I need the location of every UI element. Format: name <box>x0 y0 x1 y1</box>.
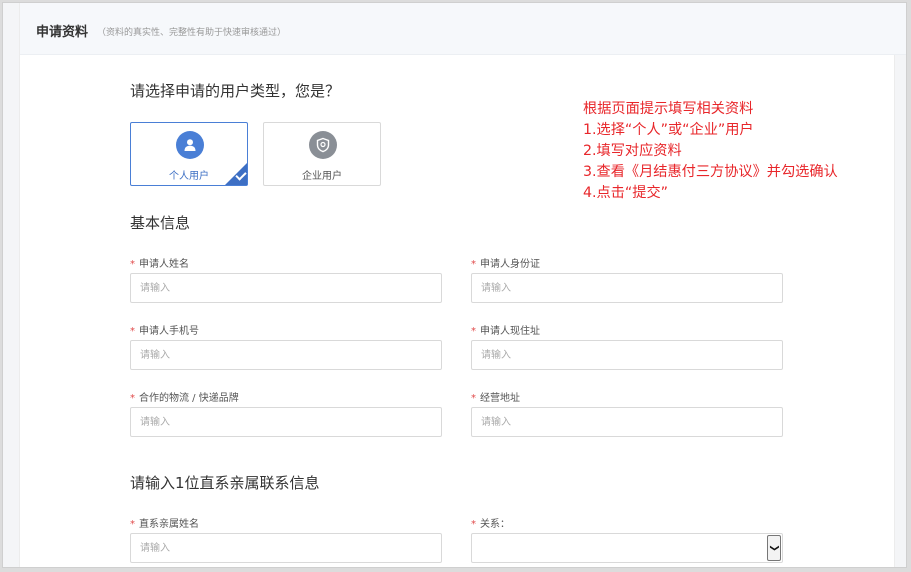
page-subtitle: （资料的真实性、完整性有助于快速审核通过） <box>97 28 287 38</box>
relation-select[interactable]: ❯ <box>471 533 783 563</box>
applicant-phone-label: * 申请人手机号 <box>130 326 199 337</box>
form-header: 申请资料 （资料的真实性、完整性有助于快速审核通过） <box>20 3 906 55</box>
selected-check-icon <box>225 163 247 185</box>
logistics-brand-input[interactable] <box>130 407 442 437</box>
business-address-input[interactable] <box>471 407 783 437</box>
right-side-strip <box>894 55 906 567</box>
user-type-question: 请选择申请的用户类型，您是？ <box>130 82 341 100</box>
applicant-id-input[interactable] <box>471 273 783 303</box>
annotation-line: 4.点击“提交” <box>583 185 668 201</box>
applicant-name-input[interactable] <box>130 273 442 303</box>
annotation-line: 2.填写对应资料 <box>583 143 682 159</box>
applicant-id-label: * 申请人身份证 <box>471 259 540 270</box>
applicant-name-label: * 申请人姓名 <box>130 259 189 270</box>
annotation-line: 根据页面提示填写相关资料 <box>583 101 754 117</box>
annotation-line: 3.查看《月结惠付三方协议》并勾选确认 <box>583 164 838 180</box>
shield-icon <box>309 131 337 159</box>
applicant-address-label: * 申请人现住址 <box>471 326 540 337</box>
applicant-phone-input[interactable] <box>130 340 442 370</box>
annotation-line: 1.选择“个人”或“企业”用户 <box>583 122 754 138</box>
business-address-label: * 经营地址 <box>471 393 520 404</box>
relation-label: * 关系： <box>471 519 510 530</box>
user-type-enterprise-card[interactable]: 企业用户 <box>263 122 381 186</box>
user-type-enterprise-label: 企业用户 <box>302 171 342 182</box>
logistics-brand-label: * 合作的物流 / 快递品牌 <box>130 393 239 404</box>
relative-name-input[interactable] <box>130 533 442 563</box>
user-type-personal-card[interactable]: 个人用户 <box>130 122 248 186</box>
application-form-window: 申请资料 （资料的真实性、完整性有助于快速审核通过） 请选择申请的用户类型，您是… <box>2 2 907 568</box>
instruction-annotation: 根据页面提示填写相关资料 1.选择“个人”或“企业”用户 2.填写对应资料 3.… <box>583 99 838 204</box>
page-title: 申请资料 <box>36 25 89 40</box>
chevron-down-icon[interactable]: ❯ <box>767 535 781 561</box>
basic-info-title: 基本信息 <box>130 214 191 232</box>
person-icon <box>176 131 204 159</box>
relative-name-label: * 直系亲属姓名 <box>130 519 199 530</box>
left-side-strip <box>3 3 20 567</box>
applicant-address-input[interactable] <box>471 340 783 370</box>
relative-info-title: 请输入1位直系亲属联系信息 <box>130 474 320 492</box>
